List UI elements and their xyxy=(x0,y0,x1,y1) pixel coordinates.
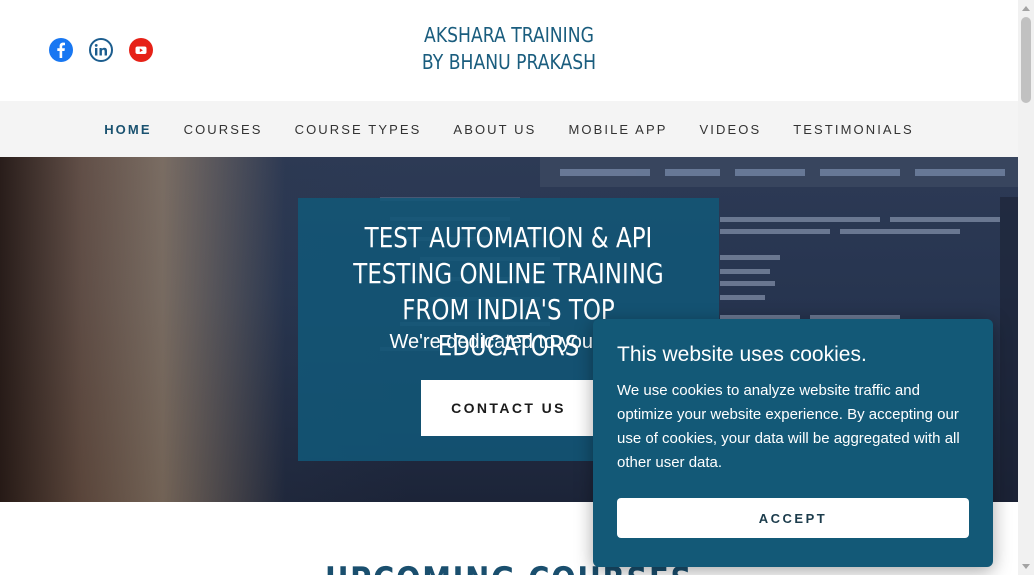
scroll-up-icon[interactable] xyxy=(1022,6,1030,11)
contact-us-button[interactable]: CONTACT US xyxy=(421,380,596,436)
nav-about-us[interactable]: ABOUT US xyxy=(437,122,552,137)
scroll-thumb[interactable] xyxy=(1021,17,1031,103)
cookie-text: We use cookies to analyze website traffi… xyxy=(617,382,960,471)
cookie-title: This website uses cookies. xyxy=(617,343,867,366)
site-title-line2: BY BHANU PRAKASH xyxy=(421,50,597,74)
accept-button[interactable]: ACCEPT xyxy=(617,498,969,538)
main-nav: HOME COURSES COURSE TYPES ABOUT US MOBIL… xyxy=(0,101,1018,157)
hero-title-line2: TESTING ONLINE TRAINING xyxy=(353,257,664,290)
nav-testimonials[interactable]: TESTIMONIALS xyxy=(777,122,930,137)
nav-home[interactable]: HOME xyxy=(88,122,167,137)
site-title-line1: AKSHARA TRAINING xyxy=(424,23,594,47)
nav-course-types[interactable]: COURSE TYPES xyxy=(279,122,438,137)
site-title[interactable]: AKSHARA TRAINING BY BHANU PRAKASH xyxy=(71,22,946,76)
facebook-icon[interactable] xyxy=(49,38,73,62)
hero-title-line1: TEST AUTOMATION & API xyxy=(364,221,653,254)
cookie-banner: This website uses cookies. We use cookie… xyxy=(593,319,993,567)
nav-videos[interactable]: VIDEOS xyxy=(684,122,778,137)
nav-mobile-app[interactable]: MOBILE APP xyxy=(552,122,683,137)
page: AKSHARA TRAINING BY BHANU PRAKASH HOME C… xyxy=(0,0,1034,575)
scroll-down-icon[interactable] xyxy=(1022,564,1030,569)
site-header: AKSHARA TRAINING BY BHANU PRAKASH xyxy=(0,0,1018,101)
nav-courses[interactable]: COURSES xyxy=(168,122,279,137)
scrollbar[interactable] xyxy=(1018,0,1034,575)
